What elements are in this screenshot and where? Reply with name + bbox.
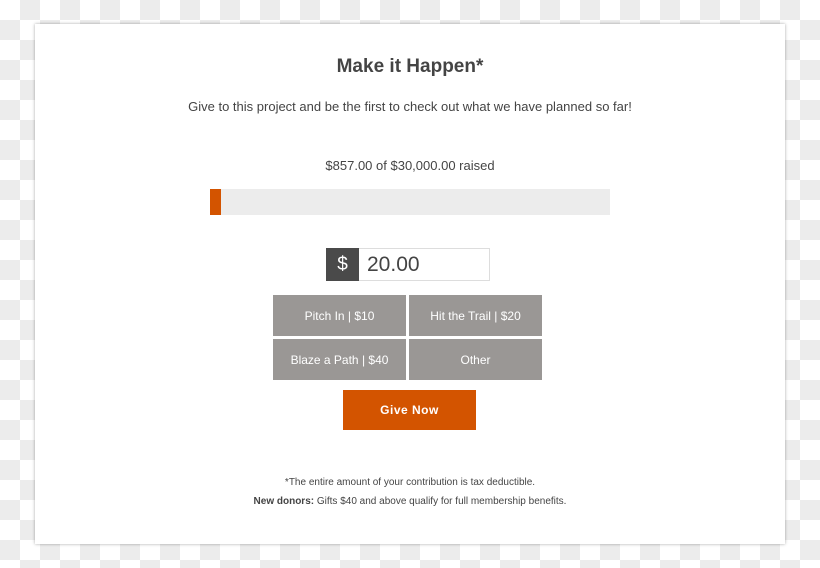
subtitle: Give to this project and be the first to…	[188, 99, 632, 114]
new-donors-text: Gifts $40 and above qualify for full mem…	[314, 496, 567, 507]
currency-symbol: $	[326, 248, 359, 281]
new-donors-note: New donors: Gifts $40 and above qualify …	[35, 496, 785, 507]
donation-card: Make it Happen* Give to this project and…	[35, 24, 785, 544]
option-pitch-in[interactable]: Pitch In | $10	[273, 295, 406, 336]
tax-footnote: *The entire amount of your contribution …	[284, 477, 536, 488]
page-title: Make it Happen*	[336, 56, 484, 77]
give-now-button[interactable]: Give Now	[343, 390, 476, 430]
progress-bar	[210, 189, 610, 215]
amount-field: $	[326, 248, 490, 281]
option-other[interactable]: Other	[409, 339, 542, 380]
amount-input[interactable]	[359, 248, 490, 281]
progress-fill	[210, 189, 222, 215]
raised-text: $857.00 of $30,000.00 raised	[325, 158, 495, 173]
option-hit-the-trail[interactable]: Hit the Trail | $20	[409, 295, 542, 336]
amount-options: Pitch In | $10 Hit the Trail | $20 Blaze…	[273, 295, 542, 380]
new-donors-label: New donors:	[253, 496, 315, 507]
option-blaze-a-path[interactable]: Blaze a Path | $40	[273, 339, 406, 380]
